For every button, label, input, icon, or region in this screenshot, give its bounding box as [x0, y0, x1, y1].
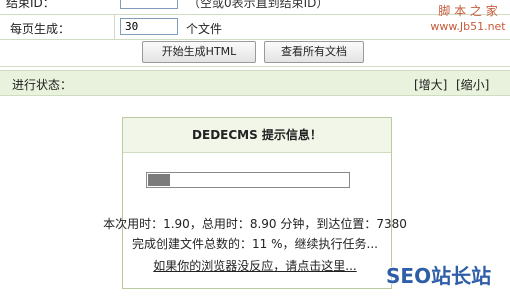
enlarge-link[interactable]: [增大] [414, 76, 447, 93]
watermark-jb51-title: 脚 本 之 家 [438, 4, 498, 18]
shrink-link[interactable]: [缩小] [456, 76, 489, 93]
timing-text: 本次用时：1.90，总用时：8.90 分钟，到达位置：7380 [103, 217, 407, 231]
watermark-jb51-url: www.Jb51.net [430, 20, 506, 33]
per-page-label-cell: 每页生成： [0, 15, 115, 39]
watermark-jb51: 脚 本 之 家 www.Jb51.net [428, 4, 508, 34]
message-header: DEDECMS 提示信息！ [123, 118, 391, 153]
progress-bar-fill [148, 174, 170, 186]
progress-text: 完成创建文件总数的：11 %，继续执行任务... [132, 237, 378, 251]
generate-html-button[interactable]: 开始生成HTML [142, 41, 256, 63]
end-id-hint: （空或0表示直到结束ID） [188, 0, 329, 10]
watermark-seo: SEO站长站 [386, 264, 492, 288]
end-id-input[interactable] [120, 0, 178, 9]
status-title: 进行状态： [12, 78, 73, 92]
button-row: 开始生成HTML 查看所有文档 [0, 40, 510, 67]
status-bar: 进行状态： [增大] [缩小] [0, 70, 510, 96]
per-page-unit: 个文件 [186, 22, 223, 36]
view-all-documents-button[interactable]: 查看所有文档 [264, 41, 364, 63]
end-id-label: 结束ID： [6, 0, 55, 10]
per-page-input[interactable] [120, 18, 178, 35]
progress-bar [146, 172, 350, 188]
per-page-label: 每页生成： [10, 22, 71, 36]
